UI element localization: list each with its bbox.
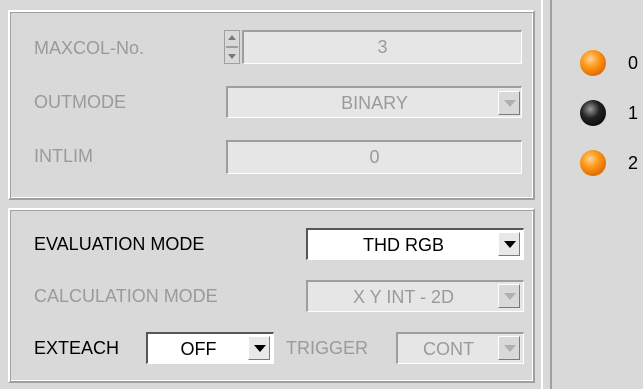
chevron-down-icon (504, 241, 516, 248)
led-2-label: 2 (628, 153, 639, 173)
calculation-mode-dropdown-button[interactable] (498, 284, 520, 308)
evaluation-mode-select[interactable]: THD RGB (306, 228, 524, 260)
exteach-value: OFF (180, 339, 217, 359)
trigger-dropdown-button[interactable] (498, 336, 520, 360)
led-0-label: 0 (628, 53, 639, 73)
led-1-indicator (580, 100, 606, 126)
calculation-mode-select[interactable]: X Y INT - 2D (306, 280, 524, 312)
calculation-mode-label: CALCULATION MODE (34, 286, 218, 306)
chevron-down-icon (504, 345, 516, 352)
led-0-indicator (580, 50, 606, 76)
trigger-label: TRIGGER (286, 338, 369, 358)
intlim-field[interactable]: 0 (226, 140, 522, 174)
calculation-mode-value: X Y INT - 2D (352, 287, 455, 307)
evaluation-mode-dropdown-button[interactable] (498, 232, 520, 256)
chevron-down-icon (254, 345, 266, 352)
evaluation-mode-value: THD RGB (363, 235, 444, 255)
spin-up-icon (228, 35, 236, 40)
led-status-panel: 0 1 2 (550, 0, 643, 389)
spin-down-icon (228, 54, 236, 59)
chevron-down-icon (504, 100, 516, 107)
evaluation-mode-label: EVALUATION MODE (34, 234, 205, 254)
parameter-panel: MAXCOL-No. 3 OUTMODE BINARY INTLIM 0 EVA… (0, 0, 543, 389)
outmode-dropdown-button[interactable] (498, 91, 520, 115)
led-1-label: 1 (628, 103, 639, 123)
chevron-down-icon (504, 293, 516, 300)
evaluation-settings-group: EVALUATION MODE THD RGB CALCULATION MODE… (8, 208, 535, 383)
trigger-value: CONT (423, 339, 474, 359)
led-2-indicator (580, 150, 606, 176)
maxcol-label: MAXCOL-No. (34, 38, 145, 58)
intlim-label: INTLIM (34, 146, 94, 166)
outmode-label: OUTMODE (34, 92, 126, 112)
outmode-value: BINARY (341, 93, 408, 113)
exteach-dropdown-button[interactable] (248, 336, 270, 360)
maxcol-field[interactable]: 3 (242, 30, 522, 64)
output-settings-group: MAXCOL-No. 3 OUTMODE BINARY INTLIM 0 (8, 10, 535, 200)
maxcol-spinner[interactable] (224, 30, 240, 64)
outmode-select[interactable]: BINARY (226, 86, 522, 118)
exteach-label: EXTEACH (34, 338, 120, 358)
